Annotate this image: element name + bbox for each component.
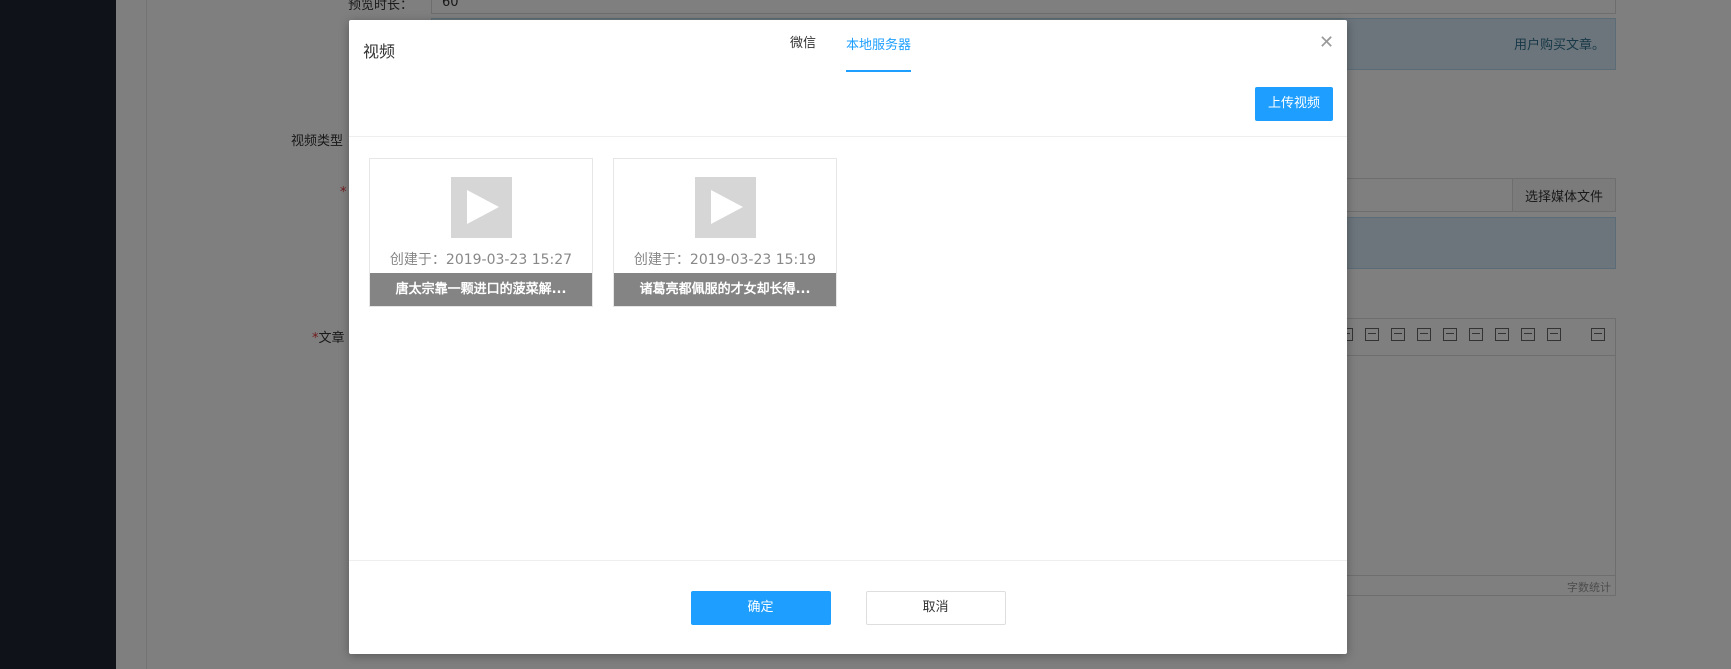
video-select-modal: 视频 微信 本地服务器 ✕ 上传视频 创建于：2019-03-23 15:27 … (349, 20, 1347, 654)
confirm-button[interactable]: 确定 (690, 591, 831, 625)
video-created-date: 创建于：2019-03-23 15:27 (389, 252, 573, 268)
video-created-date: 创建于：2019-03-23 15:19 (633, 252, 817, 268)
video-list: 创建于：2019-03-23 15:27 唐太宗靠一颗进口的菠菜解... 创建于… (369, 158, 837, 307)
video-card[interactable]: 创建于：2019-03-23 15:27 唐太宗靠一颗进口的菠菜解... (369, 158, 593, 307)
modal-title: 视频 (363, 42, 396, 61)
close-icon[interactable]: ✕ (1319, 34, 1334, 52)
video-card[interactable]: 创建于：2019-03-23 15:19 诸葛亮都佩服的才女却长得... (613, 158, 837, 307)
tab-wechat[interactable]: 微信 (790, 20, 816, 72)
cancel-button[interactable]: 取消 (865, 591, 1006, 625)
modal-footer: 确定 取消 (349, 591, 1347, 625)
tab-local-server[interactable]: 本地服务器 (846, 20, 912, 72)
video-title: 诸葛亮都佩服的才女却长得... (614, 273, 836, 306)
footer-divider (349, 560, 1347, 561)
play-icon (695, 177, 756, 238)
header-divider (349, 136, 1347, 137)
upload-video-button[interactable]: 上传视频 (1254, 87, 1333, 121)
video-title: 唐太宗靠一颗进口的菠菜解... (370, 273, 592, 306)
modal-header: 视频 微信 本地服务器 ✕ (349, 20, 1347, 72)
play-icon (451, 177, 512, 238)
source-tabs: 微信 本地服务器 (790, 20, 912, 72)
